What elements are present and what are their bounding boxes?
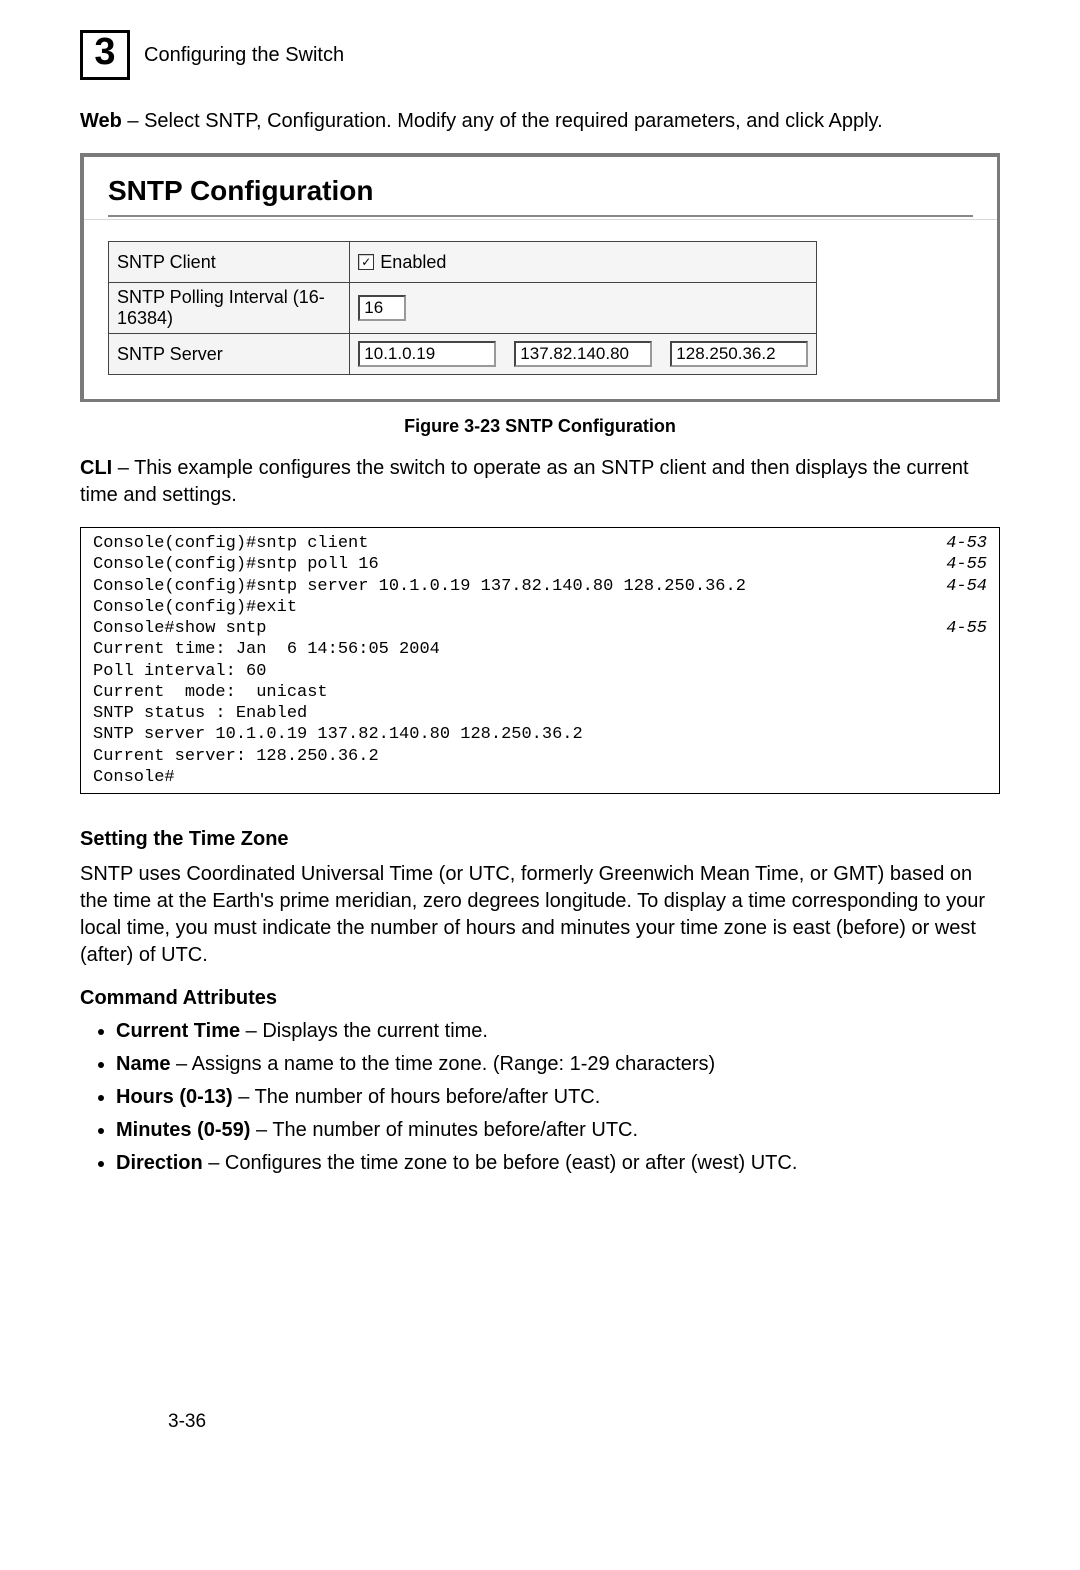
command-attribute-item: Minutes (0-59) – The number of minutes b… — [116, 1115, 1000, 1146]
cli-command: Console(config)#sntp server 10.1.0.19 13… — [93, 576, 926, 597]
sntp-server-value-cell: 10.1.0.19 137.82.140.80 128.250.36.2 — [350, 334, 817, 375]
config-table: SNTP Client ✓ Enabled SNTP Polling Inter… — [108, 241, 817, 375]
cli-instructions: CLI – This example configures the switch… — [80, 455, 1000, 509]
cli-command: Console# — [93, 767, 987, 788]
cli-text: – This example configures the switch to … — [80, 457, 969, 506]
polling-interval-value-cell: 16 — [350, 283, 817, 334]
web-label: Web — [80, 110, 122, 132]
cli-line: SNTP status : Enabled — [93, 703, 987, 724]
chapter-number-badge: 3 — [80, 30, 130, 80]
cli-page-ref: 4-54 — [926, 576, 987, 597]
sntp-client-checkbox-label: Enabled — [380, 252, 446, 273]
screenshot-title: SNTP Configuration — [108, 175, 973, 207]
row-polling-interval: SNTP Polling Interval (16-16384) 16 — [109, 283, 817, 334]
web-text: – Select SNTP, Configuration. Modify any… — [122, 110, 883, 132]
cli-command: Current mode: unicast — [93, 682, 987, 703]
attribute-desc: – Assigns a name to the time zone. (Rang… — [170, 1053, 715, 1075]
web-instructions: Web – Select SNTP, Configuration. Modify… — [80, 108, 1000, 135]
cli-line: Poll interval: 60 — [93, 661, 987, 682]
cli-line: Current server: 128.250.36.2 — [93, 746, 987, 767]
timezone-paragraph: SNTP uses Coordinated Universal Time (or… — [80, 861, 1000, 969]
attribute-name: Name — [116, 1053, 170, 1075]
chapter-number: 3 — [83, 33, 127, 71]
divider — [108, 215, 973, 217]
cli-line: Console(config)#sntp server 10.1.0.19 13… — [93, 576, 987, 597]
row-sntp-client: SNTP Client ✓ Enabled — [109, 242, 817, 283]
cli-command: Console(config)#sntp poll 16 — [93, 554, 926, 575]
command-attribute-item: Hours (0-13) – The number of hours befor… — [116, 1082, 1000, 1113]
command-attribute-item: Direction – Configures the time zone to … — [116, 1148, 1000, 1179]
cli-command: SNTP status : Enabled — [93, 703, 987, 724]
polling-interval-input[interactable]: 16 — [358, 295, 406, 321]
cli-line: Current mode: unicast — [93, 682, 987, 703]
command-attribute-item: Current Time – Displays the current time… — [116, 1016, 1000, 1047]
cli-command: SNTP server 10.1.0.19 137.82.140.80 128.… — [93, 724, 987, 745]
cli-command: Poll interval: 60 — [93, 661, 987, 682]
chapter-title: Configuring the Switch — [144, 44, 344, 67]
sntp-server-label: SNTP Server — [109, 334, 350, 375]
cli-line: SNTP server 10.1.0.19 137.82.140.80 128.… — [93, 724, 987, 745]
polling-interval-label: SNTP Polling Interval (16-16384) — [109, 283, 350, 334]
sntp-client-label: SNTP Client — [109, 242, 350, 283]
attribute-desc: – Displays the current time. — [240, 1020, 488, 1042]
cli-page-ref: 4-55 — [926, 554, 987, 575]
cli-line: Console(config)#sntp client4-53 — [93, 533, 987, 554]
cli-command: Console(config)#exit — [93, 597, 987, 618]
cli-command: Current time: Jan 6 14:56:05 2004 — [93, 639, 987, 660]
figure-caption: Figure 3-23 SNTP Configuration — [80, 416, 1000, 437]
attribute-name: Current Time — [116, 1020, 240, 1042]
cli-line: Console(config)#sntp poll 164-55 — [93, 554, 987, 575]
cli-output-box: Console(config)#sntp client4-53Console(c… — [80, 527, 1000, 794]
attribute-name: Hours (0-13) — [116, 1086, 233, 1108]
sntp-config-screenshot: SNTP Configuration SNTP Client ✓ Enabled… — [80, 153, 1000, 402]
attribute-name: Minutes (0-59) — [116, 1119, 250, 1141]
cli-line: Current time: Jan 6 14:56:05 2004 — [93, 639, 987, 660]
cli-line: Console#show sntp4-55 — [93, 618, 987, 639]
sntp-server-input-1[interactable]: 10.1.0.19 — [358, 341, 496, 367]
attribute-desc: – The number of hours before/after UTC. — [233, 1086, 601, 1108]
attribute-desc: – The number of minutes before/after UTC… — [250, 1119, 638, 1141]
attribute-name: Direction — [116, 1152, 203, 1174]
cli-page-ref: 4-55 — [926, 618, 987, 639]
cli-command: Console(config)#sntp client — [93, 533, 926, 554]
cli-label: CLI — [80, 457, 112, 479]
page-number: 3-36 — [168, 1411, 206, 1433]
sntp-server-input-2[interactable]: 137.82.140.80 — [514, 341, 652, 367]
attribute-desc: – Configures the time zone to be before … — [203, 1152, 798, 1174]
cli-command: Current server: 128.250.36.2 — [93, 746, 987, 767]
cli-page-ref: 4-53 — [926, 533, 987, 554]
timezone-heading: Setting the Time Zone — [80, 828, 1000, 851]
cli-line: Console(config)#exit — [93, 597, 987, 618]
command-attribute-item: Name – Assigns a name to the time zone. … — [116, 1049, 1000, 1080]
cli-command: Console#show sntp — [93, 618, 926, 639]
command-attributes-heading: Command Attributes — [80, 987, 1000, 1010]
command-attributes-list: Current Time – Displays the current time… — [80, 1016, 1000, 1179]
sntp-client-checkbox[interactable]: ✓ — [358, 254, 374, 270]
row-sntp-server: SNTP Server 10.1.0.19 137.82.140.80 128.… — [109, 334, 817, 375]
sntp-server-input-3[interactable]: 128.250.36.2 — [670, 341, 808, 367]
cli-line: Console# — [93, 767, 987, 788]
page-header: 3 Configuring the Switch — [80, 30, 1000, 80]
sntp-client-value-cell: ✓ Enabled — [350, 242, 817, 283]
